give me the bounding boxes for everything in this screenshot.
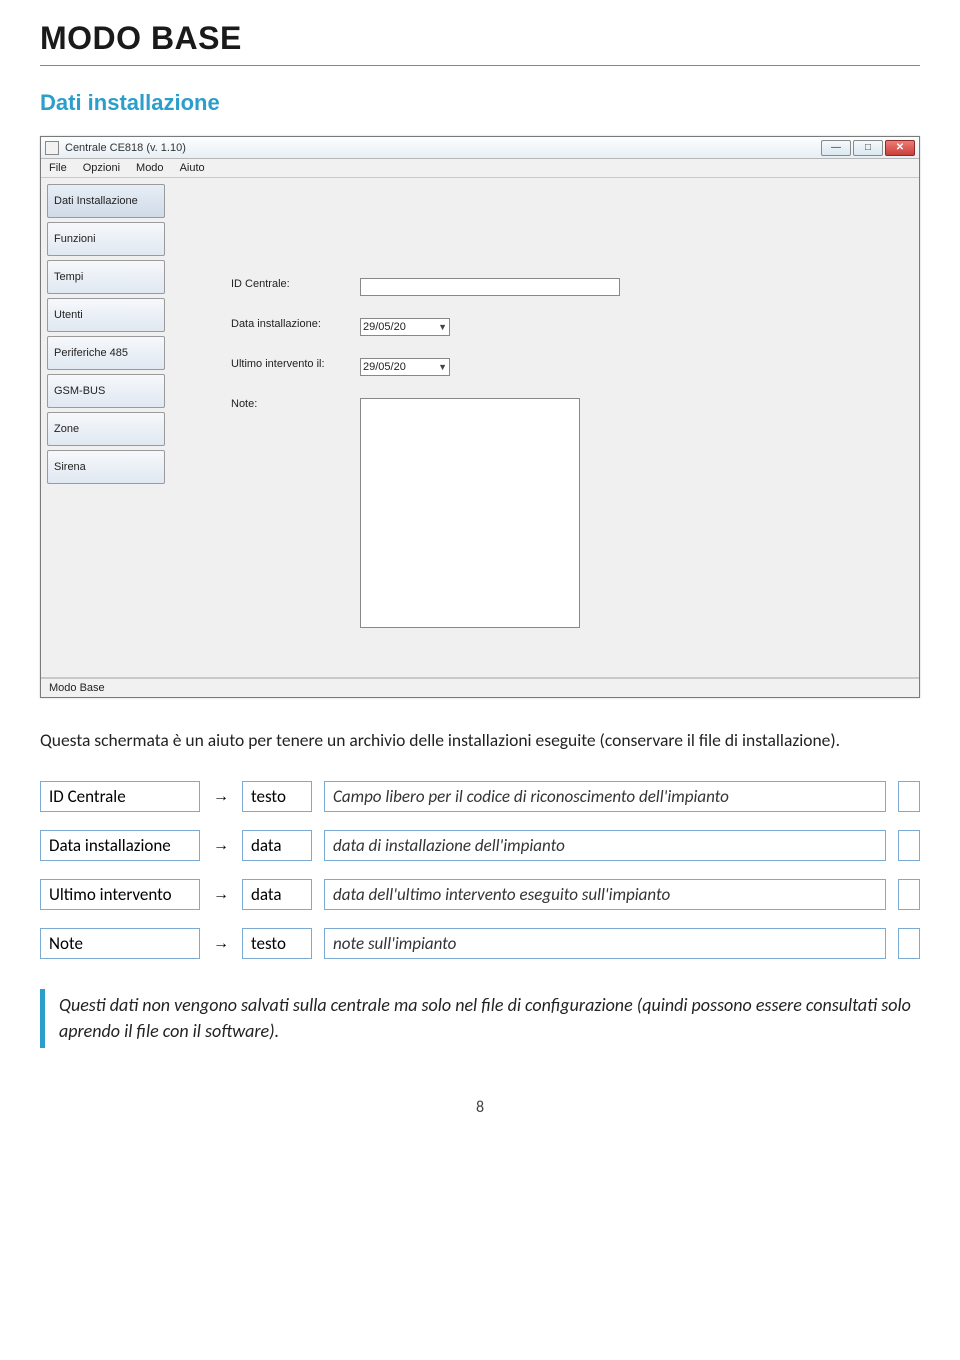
sidebar-item-tempi[interactable]: Tempi — [47, 260, 165, 294]
chevron-down-icon: ▼ — [438, 322, 447, 332]
app-window: Centrale CE818 (v. 1.10) — □ ✕ File Opzi… — [40, 136, 920, 698]
param-block: ID Centrale → testo Campo libero per il … — [40, 781, 920, 959]
minimize-button[interactable]: — — [821, 140, 851, 156]
arrow-icon: → — [212, 781, 230, 812]
sidebar-item-dati-installazione[interactable]: Dati Installazione — [47, 184, 165, 218]
section-title: Dati installazione — [40, 90, 920, 116]
sidebar-item-periferiche-485[interactable]: Periferiche 485 — [47, 336, 165, 370]
info-callout: Questi dati non vengono salvati sulla ce… — [40, 989, 920, 1047]
input-ultimo-intervento[interactable]: 29/05/20 ▼ — [360, 358, 450, 376]
param-desc: data di installazione dell'impianto — [324, 830, 886, 861]
close-button[interactable]: ✕ — [885, 140, 915, 156]
title-rule — [40, 65, 920, 66]
param-type: testo — [242, 781, 312, 812]
param-row: Note → testo note sull'impianto — [40, 928, 920, 959]
label-id-centrale: ID Centrale: — [231, 278, 346, 290]
param-type: data — [242, 830, 312, 861]
chevron-down-icon: ▼ — [438, 362, 447, 372]
param-name: Data installazione — [40, 830, 200, 861]
menu-aiuto[interactable]: Aiuto — [180, 162, 205, 174]
arrow-icon: → — [212, 830, 230, 861]
label-note: Note: — [231, 398, 346, 410]
arrow-icon: → — [212, 879, 230, 910]
window-controls: — □ ✕ — [821, 140, 915, 156]
param-name: Ultimo intervento — [40, 879, 200, 910]
sidebar-item-utenti[interactable]: Utenti — [47, 298, 165, 332]
param-row: Ultimo intervento → data data dell'ultim… — [40, 879, 920, 910]
menu-file[interactable]: File — [49, 162, 67, 174]
arrow-icon: → — [212, 928, 230, 959]
input-id-centrale[interactable] — [360, 278, 620, 296]
param-name: ID Centrale — [40, 781, 200, 812]
titlebar: Centrale CE818 (v. 1.10) — □ ✕ — [41, 137, 919, 159]
label-ultimo-intervento: Ultimo intervento il: — [231, 358, 346, 370]
client-area: Dati Installazione Funzioni Tempi Utenti… — [41, 178, 919, 678]
input-data-installazione[interactable]: 29/05/20 ▼ — [360, 318, 450, 336]
maximize-button[interactable]: □ — [853, 140, 883, 156]
menu-modo[interactable]: Modo — [136, 162, 164, 174]
date-value: 29/05/20 — [363, 321, 406, 333]
param-extra — [898, 879, 920, 910]
app-icon — [45, 141, 59, 155]
param-row: ID Centrale → testo Campo libero per il … — [40, 781, 920, 812]
page-title: MODO BASE — [40, 20, 920, 57]
menubar: File Opzioni Modo Aiuto — [41, 159, 919, 178]
param-extra — [898, 830, 920, 861]
param-row: Data installazione → data data di instal… — [40, 830, 920, 861]
label-data-installazione: Data installazione: — [231, 318, 346, 330]
window-title: Centrale CE818 (v. 1.10) — [65, 142, 821, 154]
date-value: 29/05/20 — [363, 361, 406, 373]
sidebar-item-sirena[interactable]: Sirena — [47, 450, 165, 484]
sidebar-item-gsm-bus[interactable]: GSM-BUS — [47, 374, 165, 408]
param-extra — [898, 781, 920, 812]
param-type: data — [242, 879, 312, 910]
param-desc: data dell'ultimo intervento eseguito sul… — [324, 879, 886, 910]
statusbar: Modo Base — [41, 678, 919, 697]
sidebar-item-zone[interactable]: Zone — [47, 412, 165, 446]
form-area: ID Centrale: Data installazione: 29/05/2… — [171, 178, 919, 677]
textarea-note[interactable] — [360, 398, 580, 628]
page-number: 8 — [40, 1098, 920, 1117]
sidebar-item-funzioni[interactable]: Funzioni — [47, 222, 165, 256]
sidebar: Dati Installazione Funzioni Tempi Utenti… — [41, 178, 171, 677]
param-type: testo — [242, 928, 312, 959]
param-extra — [898, 928, 920, 959]
intro-paragraph: Questa schermata è un aiuto per tenere u… — [40, 728, 920, 753]
param-name: Note — [40, 928, 200, 959]
menu-opzioni[interactable]: Opzioni — [83, 162, 120, 174]
param-desc: note sull'impianto — [324, 928, 886, 959]
param-desc: Campo libero per il codice di riconoscim… — [324, 781, 886, 812]
